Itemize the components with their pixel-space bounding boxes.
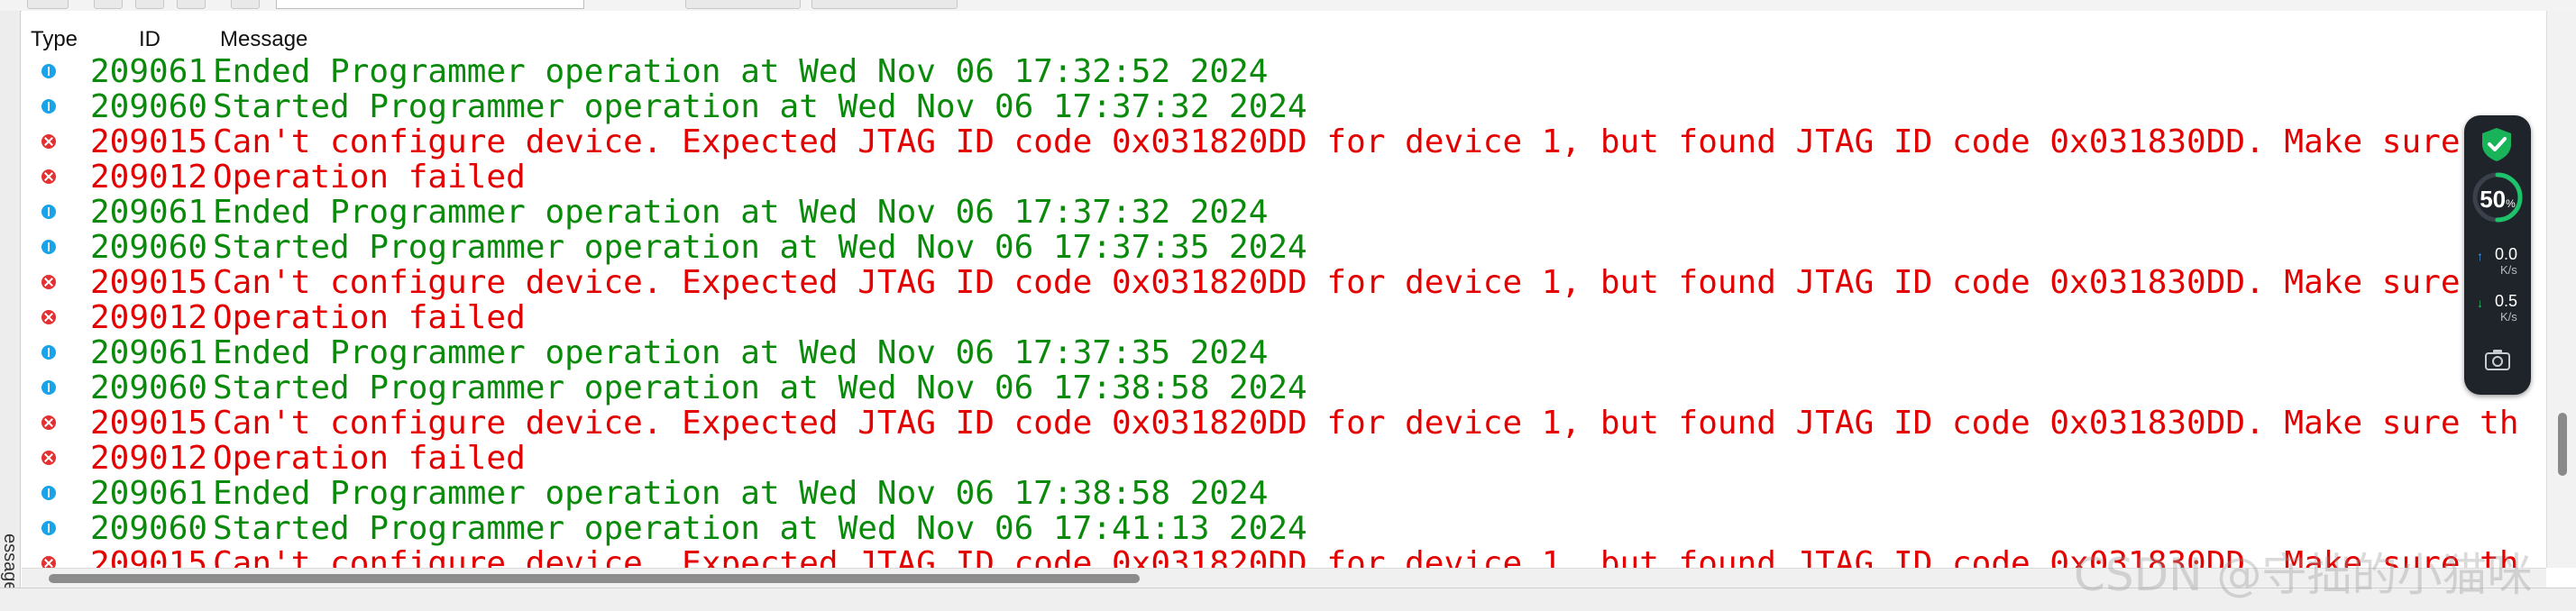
message-list: 209061 Ended Programmer operation at Wed … bbox=[22, 54, 2576, 568]
download-speed-unit: K/s bbox=[2500, 310, 2517, 324]
message-id: 209060 bbox=[90, 510, 208, 547]
message-text: Started Programmer operation at Wed Nov … bbox=[213, 88, 1307, 125]
message-id: 209061 bbox=[90, 194, 208, 231]
error-icon bbox=[41, 451, 56, 465]
horizontal-scroll-thumb[interactable] bbox=[49, 574, 1140, 583]
info-icon bbox=[41, 345, 56, 360]
message-id: 209060 bbox=[90, 229, 208, 266]
message-row[interactable]: 209061 Ended Programmer operation at Wed … bbox=[22, 195, 2576, 230]
message-row[interactable]: 209012 Operation failed bbox=[22, 300, 2576, 335]
message-text: Operation failed bbox=[213, 159, 526, 196]
info-icon bbox=[41, 380, 56, 395]
download-arrow-icon: ↓ bbox=[2477, 296, 2483, 310]
message-row[interactable]: 209060 Started Programmer operation at We… bbox=[22, 230, 2576, 265]
column-message[interactable]: Message bbox=[220, 27, 307, 52]
message-id: 209015 bbox=[90, 123, 208, 160]
message-row[interactable]: 209061 Ended Programmer operation at Wed … bbox=[22, 476, 2576, 511]
message-row[interactable]: 209061 Ended Programmer operation at Wed … bbox=[22, 335, 2576, 370]
gauge-number: 50 bbox=[2480, 186, 2507, 213]
message-id: 209012 bbox=[90, 159, 208, 196]
upload-arrow-icon: ↑ bbox=[2477, 249, 2483, 263]
message-text: Started Programmer operation at Wed Nov … bbox=[213, 369, 1307, 406]
message-row[interactable]: 209012 Operation failed bbox=[22, 441, 2576, 476]
gauge-value: 50% bbox=[2473, 186, 2522, 214]
vertical-scrollbar[interactable] bbox=[2546, 11, 2576, 568]
toolbar-button[interactable] bbox=[811, 0, 958, 9]
shield-check-icon[interactable] bbox=[2479, 126, 2515, 162]
watermark: CSDN @守拙的小猫咪 bbox=[2074, 549, 2533, 601]
upload-speed-value: 0.0 bbox=[2495, 245, 2518, 263]
error-icon bbox=[41, 169, 56, 184]
column-header: Type ID Message bbox=[22, 27, 2576, 52]
gauge-unit: % bbox=[2506, 197, 2516, 210]
message-id: 209015 bbox=[90, 264, 208, 301]
message-id: 209012 bbox=[90, 440, 208, 477]
message-id: 209015 bbox=[90, 405, 208, 442]
message-id: 209012 bbox=[90, 299, 208, 336]
error-icon bbox=[41, 556, 56, 568]
error-icon bbox=[41, 275, 56, 289]
column-id[interactable]: ID bbox=[139, 27, 160, 52]
info-icon bbox=[41, 99, 56, 114]
toolbar-button[interactable] bbox=[27, 0, 69, 9]
info-icon bbox=[41, 486, 56, 500]
column-type[interactable]: Type bbox=[31, 27, 78, 52]
message-text: Can't configure device. Expected JTAG ID… bbox=[213, 405, 2519, 442]
network-monitor-widget[interactable]: 50% ↑ 0.0 K/s ↓ 0.5 K/s bbox=[2464, 115, 2531, 395]
message-text: Operation failed bbox=[213, 299, 526, 336]
message-row[interactable]: 209015 Can't configure device. Expected J… bbox=[22, 406, 2576, 441]
search-input[interactable] bbox=[276, 0, 584, 9]
message-text: Started Programmer operation at Wed Nov … bbox=[213, 229, 1307, 266]
message-text: Operation failed bbox=[213, 440, 526, 477]
message-id: 209060 bbox=[90, 88, 208, 125]
error-icon bbox=[41, 134, 56, 149]
toolbar-button[interactable] bbox=[135, 0, 164, 9]
message-row[interactable]: 209015 Can't configure device. Expected J… bbox=[22, 265, 2576, 300]
message-id: 209060 bbox=[90, 369, 208, 406]
message-id: 209061 bbox=[90, 53, 208, 90]
message-row[interactable]: 209015 Can't configure device. Expected J… bbox=[22, 124, 2576, 160]
camera-icon[interactable] bbox=[2484, 348, 2511, 371]
message-text: Can't configure device. Expected JTAG ID… bbox=[213, 264, 2461, 301]
vertical-scroll-thumb[interactable] bbox=[2558, 413, 2567, 476]
messages-panel: Type ID Message 209061 Ended Programmer o… bbox=[22, 11, 2576, 568]
upload-speed-unit: K/s bbox=[2500, 263, 2517, 277]
toolbar-button[interactable] bbox=[685, 0, 801, 9]
toolbar-button[interactable] bbox=[177, 0, 206, 9]
message-id: 209015 bbox=[90, 545, 208, 568]
error-icon bbox=[41, 415, 56, 430]
message-text: Ended Programmer operation at Wed Nov 06… bbox=[213, 53, 1269, 90]
side-tab-label: essages bbox=[0, 533, 20, 601]
message-row[interactable]: 209061 Ended Programmer operation at Wed … bbox=[22, 54, 2576, 89]
download-speed-value: 0.5 bbox=[2495, 292, 2518, 310]
info-icon bbox=[41, 205, 56, 219]
message-text: Ended Programmer operation at Wed Nov 06… bbox=[213, 334, 1269, 371]
message-row[interactable]: 209060 Started Programmer operation at We… bbox=[22, 370, 2576, 406]
toolbar-button[interactable] bbox=[94, 0, 123, 9]
info-icon bbox=[41, 240, 56, 254]
error-icon bbox=[41, 310, 56, 324]
message-row[interactable]: 209060 Started Programmer operation at We… bbox=[22, 89, 2576, 124]
toolbar-button[interactable] bbox=[231, 0, 260, 9]
message-row[interactable]: 209012 Operation failed bbox=[22, 160, 2576, 195]
messages-side-tab[interactable]: essages bbox=[0, 11, 21, 610]
message-text: Can't configure device. Expected JTAG ID… bbox=[213, 123, 2461, 160]
message-id: 209061 bbox=[90, 334, 208, 371]
message-text: Started Programmer operation at Wed Nov … bbox=[213, 510, 1307, 547]
info-icon bbox=[41, 521, 56, 535]
message-text: Ended Programmer operation at Wed Nov 06… bbox=[213, 194, 1269, 231]
info-icon bbox=[41, 64, 56, 78]
message-id: 209061 bbox=[90, 475, 208, 512]
message-text: Ended Programmer operation at Wed Nov 06… bbox=[213, 475, 1269, 512]
